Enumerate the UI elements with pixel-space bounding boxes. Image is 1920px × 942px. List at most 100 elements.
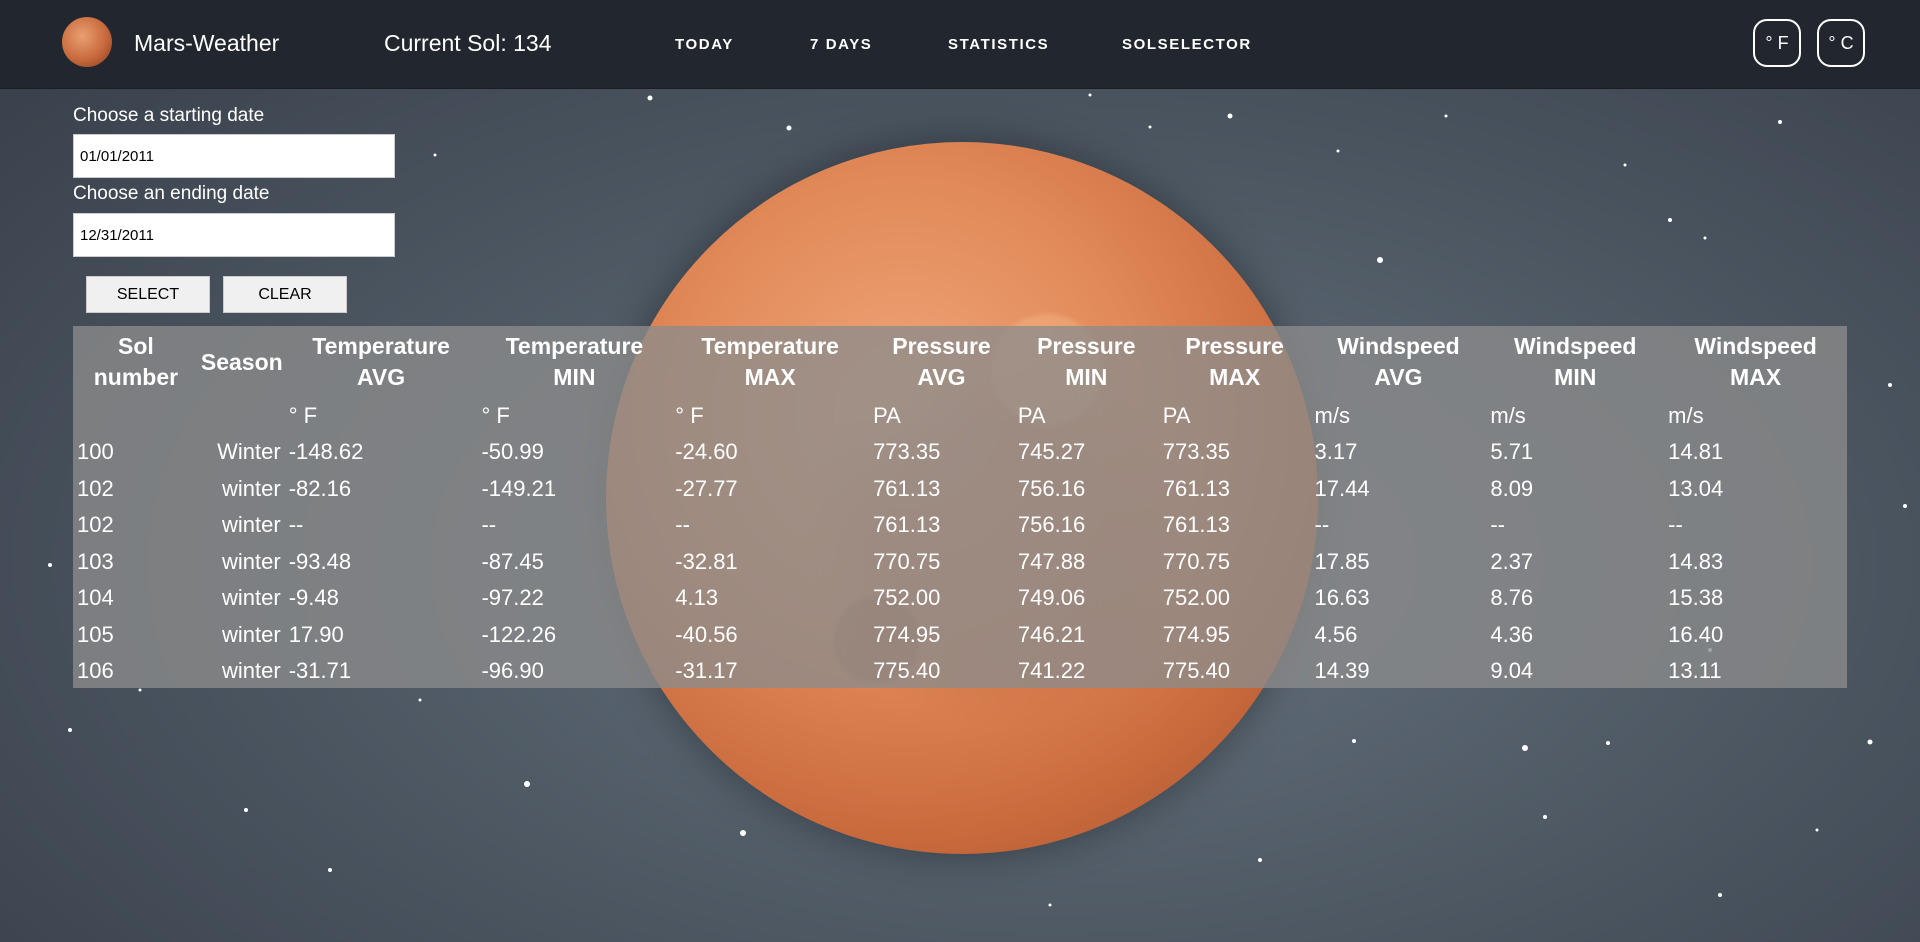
column-header-line2: AVG [1374,364,1423,390]
table-row: 102 winter -- -- -- 761.13 756.16 761.13 -- -- -- [73,507,1847,544]
table-cell: -- [481,512,497,538]
table-header-row: Sol number Season Temperature AVG Temperature… [73,326,1847,397]
table-cell: 761.13 [1162,475,1231,501]
table-cell: 775.40 [873,658,941,684]
column-header-line1: Windspeed [1514,333,1637,359]
unit-cell: ° F [288,402,318,428]
column-header-line1: Season [200,348,283,375]
table-cell: 106 [77,658,114,684]
column-header: Season [199,326,285,397]
nav-7-days[interactable]: 7 DAYS [810,36,872,53]
column-header: Temperature MAX [671,326,869,397]
column-header-line1: Temperature [701,333,839,359]
table-cell: 4.36 [1490,621,1534,647]
table-cell: 5.71 [1490,439,1534,465]
table-cell: -31.17 [675,658,738,684]
unit-cell: PA [873,402,901,428]
table-row: 102 winter -82.16 -149.21 -27.77 761.13 756.16… [73,471,1847,508]
table-cell: 761.13 [1162,512,1231,538]
unit-cell: m/s [1314,402,1350,428]
column-header-line1: Sol [118,333,154,359]
table-cell: 3.17 [1314,439,1358,465]
table-cell: -9.48 [288,585,339,611]
column-header: Pressure MAX [1159,326,1311,397]
unit-cell: m/s [1490,402,1526,428]
weather-table-panel: Sol number Season Temperature AVG Temperature… [73,326,1847,688]
table-cell: Winter [217,439,281,465]
table-cell: 105 [77,621,114,647]
table-cell: 741.22 [1017,658,1086,684]
table-cell: 761.13 [873,475,941,501]
end-date-label: Choose an ending date [73,183,270,204]
unit-cell: m/s [1668,402,1704,428]
table-cell: 752.00 [1162,585,1231,611]
nav-statistics[interactable]: STATISTICS [948,36,1049,53]
celsius-button[interactable]: ° C [1817,19,1865,67]
mars-logo-icon[interactable] [62,17,112,67]
table-cell: 17.44 [1314,475,1370,501]
table-cell: 773.35 [1162,439,1231,465]
table-cell: -96.90 [481,658,544,684]
column-header: Windspeed MAX [1664,326,1847,397]
fahrenheit-button[interactable]: ° F [1753,19,1801,67]
table-cell: winter [222,585,281,611]
table-cell: -97.22 [481,585,544,611]
table-cell: 4.56 [1314,621,1358,647]
table-cell: -82.16 [288,475,352,501]
table-cell: 14.39 [1314,658,1370,684]
top-navbar: Mars-Weather Current Sol: 134 TODAY 7 DA… [0,0,1920,89]
unit-cell [199,397,285,434]
start-date-label: Choose a starting date [73,105,265,126]
table-cell: -149.21 [481,475,557,501]
table-cell: 17.90 [288,621,344,647]
column-header-line2: MAX [744,364,796,390]
table-body: ° F ° F ° F PA PA PA m/s m/s m/s 100 Winter -148.62… [73,397,1847,690]
select-button[interactable]: SELECT [86,276,210,313]
column-header: Temperature AVG [285,326,478,397]
brand-title[interactable]: Mars-Weather [134,30,279,57]
column-header-line2: AVG [917,364,966,390]
table-cell: 8.09 [1490,475,1534,501]
start-date-input[interactable] [73,134,395,178]
column-header-line1: Temperature [505,333,644,359]
column-header: Windspeed MIN [1486,326,1664,397]
column-header-line1: Temperature [312,333,450,359]
table-cell: -50.99 [481,439,544,465]
column-header: Sol number [73,326,199,397]
table-cell: -40.56 [675,621,738,647]
table-cell: 102 [77,475,114,501]
table-cell: -122.26 [481,621,557,647]
table-cell: 774.95 [873,621,941,647]
table-cell: -32.81 [675,548,738,574]
table-cell: -87.45 [481,548,544,574]
table-cell: 13.11 [1668,658,1722,684]
table-cell: -148.62 [288,439,364,465]
column-header: Pressure MIN [1014,326,1159,397]
column-header-line1: Pressure [1185,333,1284,359]
end-date-input[interactable] [73,213,395,257]
table-cell: -- [1490,512,1505,538]
clear-button[interactable]: CLEAR [223,276,347,313]
table-cell: 756.16 [1017,475,1086,501]
column-header-line2: MIN [553,364,596,390]
nav-today[interactable]: TODAY [675,36,734,53]
table-cell: 16.40 [1668,621,1724,647]
table-cell: 100 [77,439,114,465]
column-header-line2: number [93,364,179,390]
table-cell: 775.40 [1162,658,1231,684]
nav-solselector[interactable]: SOLSELECTOR [1122,36,1252,53]
column-header-line1: Windspeed [1694,333,1817,359]
table-cell: 749.06 [1017,585,1086,611]
table-cell: -24.60 [675,439,738,465]
table-cell: 14.81 [1668,439,1724,465]
table-cell: 774.95 [1162,621,1231,647]
table-row: 105 winter 17.90 -122.26 -40.56 774.95 746.21 7… [73,617,1847,654]
column-header: Pressure AVG [869,326,1014,397]
column-header-line2: MAX [1209,364,1261,390]
table-cell: -93.48 [288,548,352,574]
table-cell: 4.13 [675,585,719,611]
table-cell: winter [222,621,281,647]
table-cell: 747.88 [1017,548,1086,574]
table-cell: 746.21 [1017,621,1086,647]
table-cell: -- [288,512,304,538]
